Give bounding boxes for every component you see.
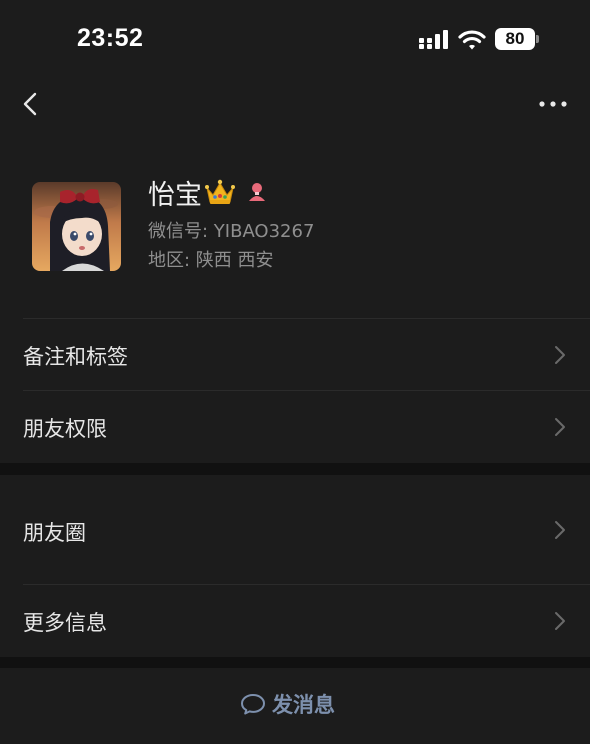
section-gap — [0, 463, 590, 475]
chevron-right-icon — [555, 346, 565, 364]
chevron-left-icon[interactable] — [16, 88, 42, 120]
row-label-friend-permissions: 朋友权限 — [23, 417, 107, 441]
ellipsis-icon[interactable] — [538, 96, 568, 112]
row-label-moments: 朋友圈 — [23, 521, 86, 545]
row-remarks-tags[interactable]: 备注和标签 — [0, 319, 590, 390]
status-bar: 23:52 80 — [0, 0, 590, 76]
name-row: 怡宝 — [148, 172, 268, 212]
send-message-label: 发消息 — [272, 693, 335, 717]
battery-indicator: 80 — [495, 28, 539, 50]
avatar-image — [32, 182, 121, 271]
chevron-right-icon — [555, 418, 565, 436]
row-moments[interactable]: 朋友圈 — [0, 475, 590, 583]
row-friend-permissions[interactable]: 朋友权限 — [0, 391, 590, 462]
wechat-id: 微信号: YIBAO3267 — [148, 221, 315, 242]
contact-profile-screen: 23:52 80 怡宝 微信号: YIBAO3267 地区: 陕西 西安 备注和… — [0, 0, 590, 744]
row-more-info[interactable]: 更多信息 — [0, 585, 590, 657]
send-message-button[interactable]: 发消息 — [240, 684, 335, 724]
avatar[interactable] — [32, 182, 121, 271]
section-gap — [0, 657, 590, 668]
chat-bubble-icon — [241, 694, 265, 715]
battery-level: 80 — [505, 29, 525, 48]
chevron-right-icon — [555, 521, 565, 539]
cellular-signal-icon — [419, 30, 448, 49]
row-label-remarks-tags: 备注和标签 — [23, 345, 128, 369]
female-gender-icon — [249, 183, 265, 201]
region: 地区: 陕西 西安 — [148, 250, 274, 271]
row-label-more-info: 更多信息 — [23, 611, 107, 635]
wifi-icon — [458, 30, 486, 50]
chevron-right-icon — [555, 612, 565, 630]
battery-cap — [536, 35, 539, 43]
status-time: 23:52 — [77, 24, 144, 52]
crown-icon — [205, 179, 235, 204]
contact-name: 怡宝 — [148, 179, 202, 211]
